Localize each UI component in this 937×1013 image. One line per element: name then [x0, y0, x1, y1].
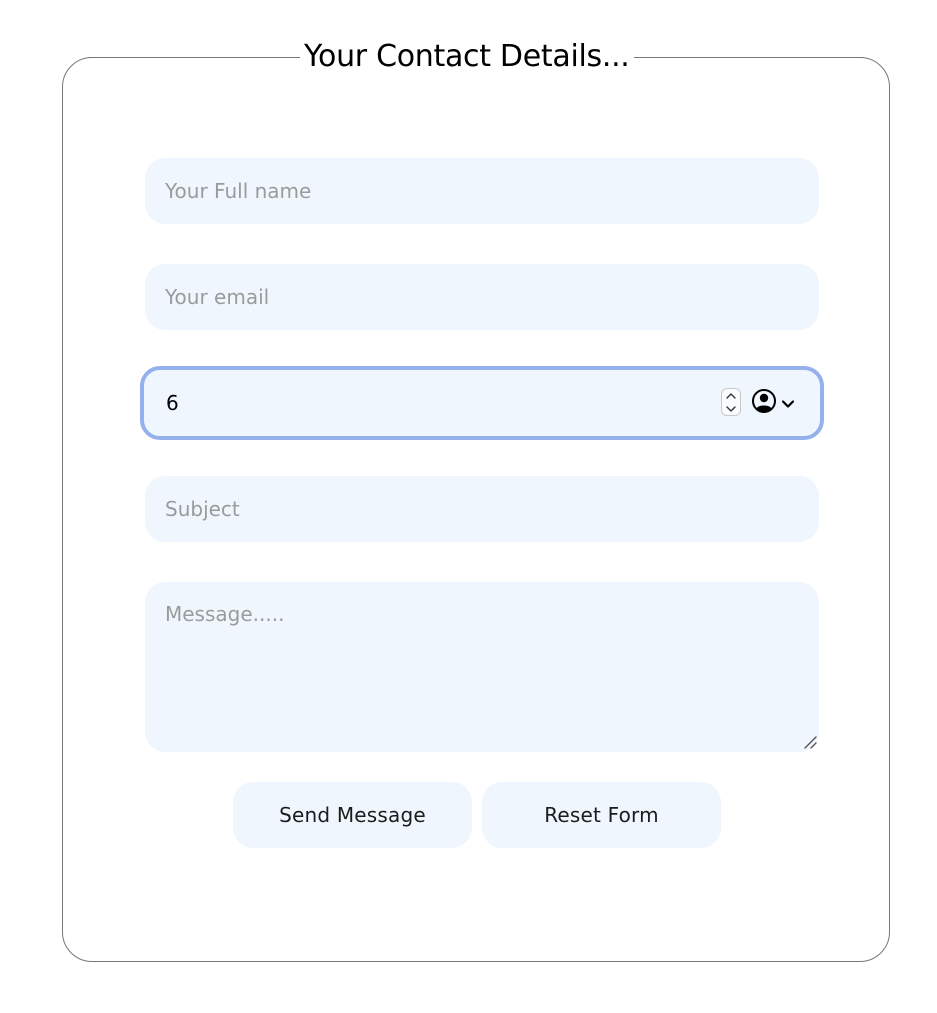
chevron-down-icon[interactable]	[722, 402, 740, 415]
reset-form-button[interactable]: Reset Form	[482, 782, 721, 848]
number-input[interactable]: 6	[140, 366, 824, 440]
person-circle-icon	[751, 388, 777, 418]
full-name-input[interactable]	[145, 158, 819, 224]
chevron-down-icon	[781, 394, 795, 413]
form-legend: Your Contact Details...	[304, 39, 630, 74]
chevron-up-icon[interactable]	[722, 389, 740, 402]
subject-input[interactable]	[145, 476, 819, 542]
number-spinner[interactable]	[721, 388, 741, 416]
contact-autofill-button[interactable]	[751, 388, 801, 418]
number-input-value: 6	[166, 391, 179, 415]
resize-handle-icon[interactable]	[802, 734, 818, 750]
message-textarea[interactable]	[145, 582, 819, 752]
email-input[interactable]	[145, 264, 819, 330]
send-message-button[interactable]: Send Message	[233, 782, 472, 848]
page: Your Contact Details... 6	[0, 0, 937, 1013]
